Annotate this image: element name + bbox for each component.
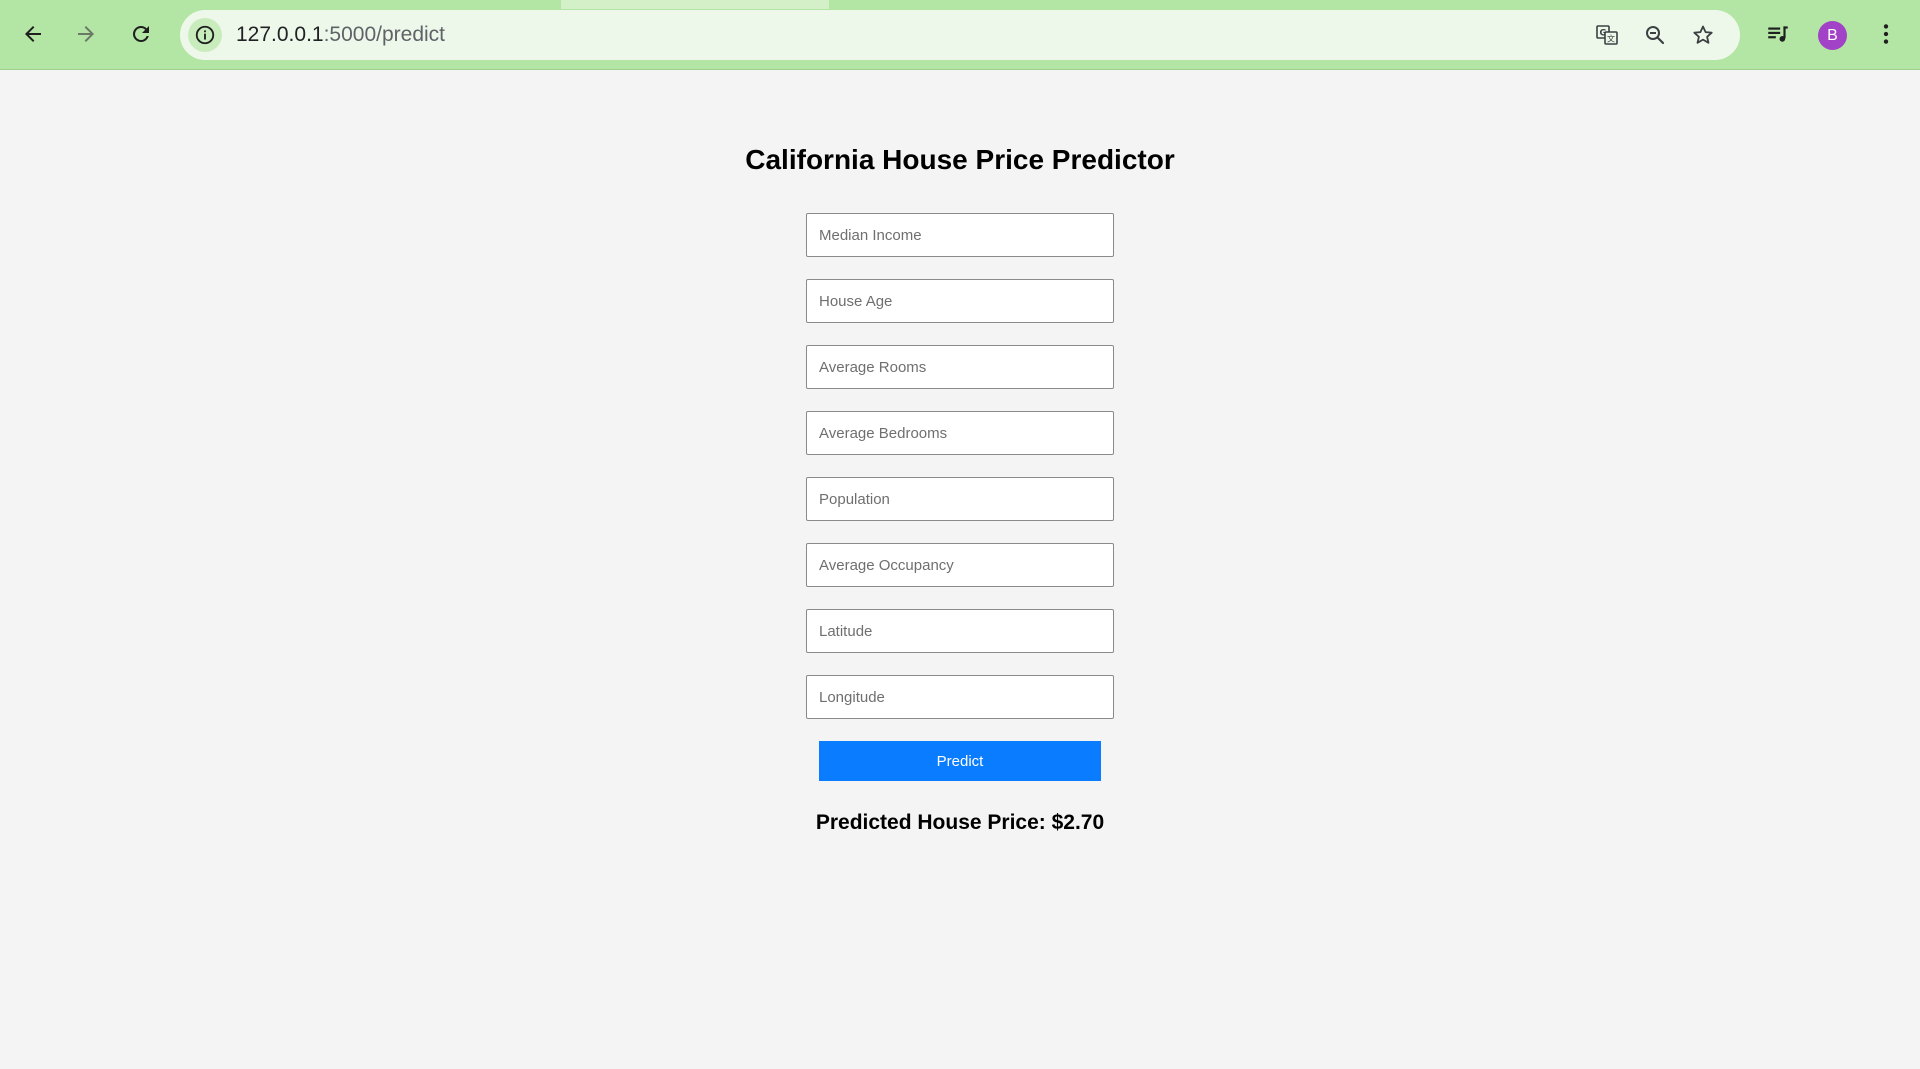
active-tab-indicator <box>561 0 829 9</box>
average-occupancy-input[interactable] <box>806 543 1114 587</box>
back-arrow-icon <box>25 26 41 42</box>
kebab-menu-icon <box>1883 24 1889 44</box>
average-rooms-input[interactable] <box>806 345 1114 389</box>
page-content: California House Price Predictor Predict… <box>0 71 1920 1069</box>
profile-avatar[interactable]: B <box>1818 21 1847 50</box>
browser-toolbar: 127.0.0.1:5000/predict G 文 B <box>0 0 1920 70</box>
longitude-input[interactable] <box>806 675 1114 719</box>
info-icon <box>195 25 215 45</box>
translate-button[interactable]: G 文 <box>1592 20 1622 50</box>
url-text[interactable]: 127.0.0.1:5000/predict <box>236 24 445 46</box>
predict-button[interactable]: Predict <box>819 741 1101 781</box>
url-host: 127.0.0.1 <box>236 23 324 46</box>
translate-icon: G 文 <box>1596 25 1618 45</box>
bookmark-button[interactable] <box>1688 20 1718 50</box>
star-icon <box>1693 25 1713 44</box>
site-info-button[interactable] <box>188 18 222 52</box>
median-income-input[interactable] <box>806 213 1114 257</box>
media-controls-button[interactable] <box>1760 16 1796 52</box>
house-age-input[interactable] <box>806 279 1114 323</box>
population-input[interactable] <box>806 477 1114 521</box>
average-bedrooms-input[interactable] <box>806 411 1114 455</box>
browser-menu-button[interactable] <box>1868 16 1904 52</box>
page-title: California House Price Predictor <box>745 144 1175 175</box>
reload-icon <box>133 25 149 42</box>
zoom-button[interactable] <box>1640 20 1670 50</box>
media-playlist-icon <box>1768 26 1788 42</box>
url-path: :5000/predict <box>323 23 446 46</box>
latitude-input[interactable] <box>806 609 1114 653</box>
zoom-icon <box>1646 26 1665 45</box>
reload-button[interactable] <box>121 14 161 54</box>
back-button[interactable] <box>13 14 53 54</box>
prediction-result: Predicted House Price: $2.70 <box>815 811 1105 834</box>
forward-button[interactable] <box>66 14 106 54</box>
svg-text:文: 文 <box>1607 34 1615 44</box>
forward-arrow-icon <box>78 26 94 42</box>
address-bar[interactable]: 127.0.0.1:5000/predict G 文 <box>180 10 1740 60</box>
